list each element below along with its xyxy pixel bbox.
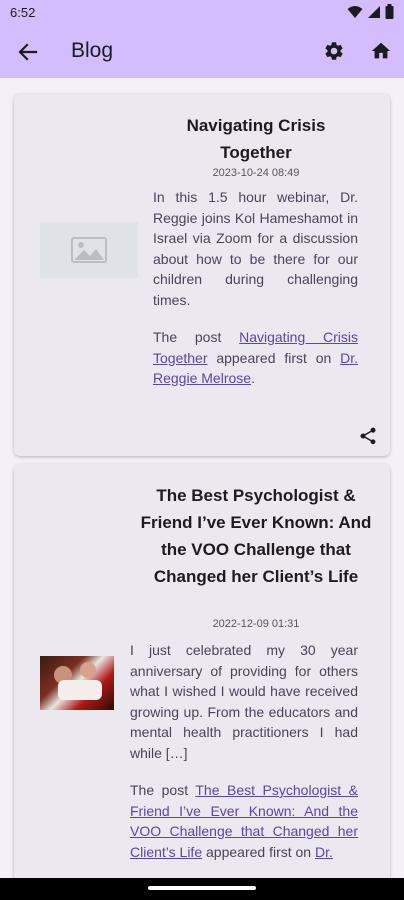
arrow-back-icon	[18, 43, 38, 61]
post-date: 2022-12-09 01:31	[212, 618, 300, 630]
blog-feed[interactable]: Navigating Crisis Together 2023-10-24 08…	[0, 78, 404, 878]
page-title: Blog	[71, 39, 114, 62]
app-bar: Blog	[0, 26, 404, 78]
share-icon	[360, 427, 376, 445]
post-footer: The post Navigating Crisis Together appe…	[153, 327, 358, 389]
post-thumbnail	[40, 656, 114, 710]
status-icons	[347, 4, 394, 19]
status-time: 6:52	[10, 5, 36, 20]
home-icon	[371, 42, 391, 59]
share-button[interactable]	[356, 424, 380, 448]
post-title[interactable]: Navigating Crisis Together	[152, 112, 360, 166]
post-excerpt: In this 1.5 hour webinar, Dr. Reggie joi…	[153, 189, 358, 308]
post-title[interactable]: The Best Psychologist & Friend I’ve Ever…	[132, 482, 380, 590]
post-card[interactable]: Navigating Crisis Together 2023-10-24 08…	[14, 94, 390, 456]
signal-icon	[368, 5, 380, 18]
site-link[interactable]: Dr.	[315, 844, 333, 860]
post-footer: The post The Best Psychologist & Friend …	[130, 780, 358, 862]
footer-suffix: .	[251, 370, 255, 387]
post-thumbnail	[40, 222, 138, 278]
footer-middle: appeared first on	[206, 843, 312, 860]
status-bar: 6:52	[0, 0, 404, 26]
post-card[interactable]: The Best Psychologist & Friend I’ve Ever…	[14, 464, 390, 878]
post-date: 2023-10-24 08:49	[212, 167, 300, 179]
footer-prefix: The post	[153, 329, 222, 345]
battery-icon	[385, 4, 394, 19]
gesture-handle[interactable]	[148, 886, 256, 890]
gear-icon	[325, 42, 343, 60]
image-placeholder-icon	[71, 237, 107, 263]
home-button[interactable]	[368, 38, 394, 64]
post-excerpt: I just celebrated my 30 year anniversary…	[130, 642, 358, 761]
settings-button[interactable]	[321, 38, 347, 64]
back-button[interactable]	[14, 38, 42, 66]
footer-middle: appeared first on	[216, 349, 332, 366]
wifi-icon	[347, 5, 363, 18]
footer-prefix: The post	[130, 782, 189, 798]
